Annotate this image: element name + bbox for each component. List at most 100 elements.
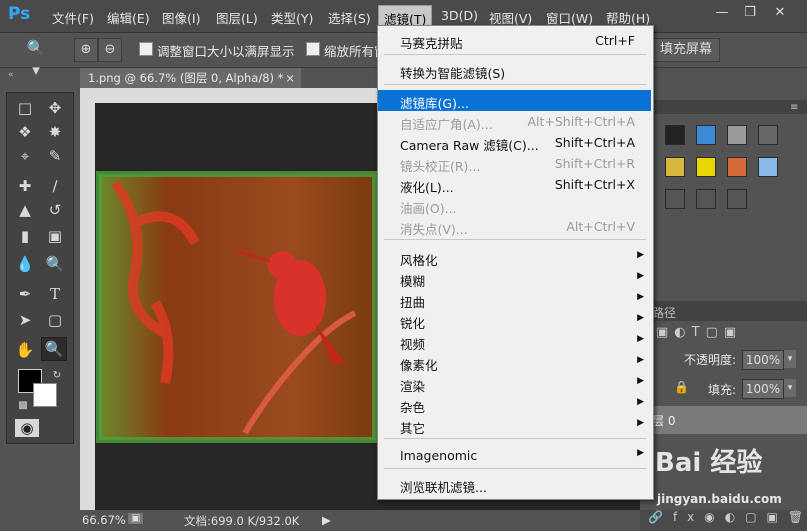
eraser-icon[interactable]: ▮ <box>13 225 37 247</box>
menu-file[interactable]: 文件(F) <box>52 8 94 27</box>
menu-item-adaptive-wide-angle[interactable]: 自适应广角(A)... Alt+Shift+Ctrl+A <box>378 111 651 132</box>
layer-name: 层 0 <box>652 414 676 428</box>
layer-row[interactable]: 层 0 <box>640 406 807 434</box>
healing-brush-icon[interactable]: ✚ <box>13 175 37 197</box>
menu-item-stylize[interactable]: 风格化 ▶ <box>378 247 651 268</box>
marquee-tool-icon[interactable]: □ <box>13 97 37 119</box>
style-swatch[interactable] <box>758 125 778 145</box>
panel-collapse-icon[interactable]: « <box>8 70 14 80</box>
menu-item-lens-correction[interactable]: 镜头校正(R)... Shift+Ctrl+R <box>378 153 651 174</box>
style-swatch[interactable] <box>696 157 716 177</box>
style-swatch[interactable] <box>758 157 778 177</box>
menu-item-vanishing-point[interactable]: 消失点(V)... Alt+Ctrl+V <box>378 216 651 237</box>
zoom-level[interactable]: 66.67% <box>82 513 126 527</box>
fill-input[interactable]: 100% <box>742 379 784 399</box>
style-swatch[interactable] <box>665 125 685 145</box>
fill-dropdown-icon[interactable]: ▾ <box>784 379 796 397</box>
type-tool-icon[interactable]: T <box>43 283 67 305</box>
minimize-icon[interactable]: — <box>712 5 732 23</box>
status-menu-arrow-icon[interactable]: ▶ <box>322 513 331 527</box>
brush-tool-icon[interactable]: ∕ <box>43 175 67 197</box>
menu-item-video[interactable]: 视频 ▶ <box>378 331 651 352</box>
resize-windows-label: 调整窗口大小以满屏显示 <box>157 44 295 59</box>
hand-tool-icon[interactable]: ✋ <box>13 339 37 361</box>
menu-item-imagenomic[interactable]: Imagenomic ▶ <box>378 445 651 466</box>
menu-select[interactable]: 选择(S) <box>328 8 371 27</box>
menu-item-liquify[interactable]: 液化(L)... Shift+Ctrl+X <box>378 174 651 195</box>
paths-tab[interactable]: 路径 <box>652 304 676 321</box>
style-swatch[interactable] <box>696 189 716 209</box>
lock-icon[interactable]: 🔒 <box>674 380 689 394</box>
clone-stamp-icon[interactable]: ▲ <box>13 199 37 221</box>
fill-label: 填充: <box>708 383 737 397</box>
panel-header <box>640 100 807 114</box>
menu-item-camera-raw[interactable]: Camera Raw 滤镜(C)... Shift+Ctrl+A <box>378 132 651 153</box>
menu-item-distort[interactable]: 扭曲 ▶ <box>378 289 651 310</box>
style-swatch[interactable] <box>665 157 685 177</box>
lasso-tool-icon[interactable]: ❖ <box>13 121 37 143</box>
zoom-tool-preset-icon[interactable]: 🔍▾ <box>24 37 48 79</box>
blur-tool-icon[interactable]: 💧 <box>13 253 37 275</box>
menu-item-render[interactable]: 渲染 ▶ <box>378 373 651 394</box>
opacity-label: 不透明度: <box>684 353 737 367</box>
menu-layer[interactable]: 图层(L) <box>216 8 258 27</box>
watermark-url: jingyan.baidu.com <box>657 492 782 506</box>
submenu-arrow-icon: ▶ <box>637 448 644 458</box>
menu-separator <box>384 468 646 469</box>
menu-item-blur[interactable]: 模糊 ▶ <box>378 268 651 289</box>
magic-wand-icon[interactable]: ✸ <box>43 121 67 143</box>
opacity-dropdown-icon[interactable]: ▾ <box>784 350 796 368</box>
menu-item-oil-paint[interactable]: 油画(O)... <box>378 195 651 216</box>
menu-item-noise[interactable]: 杂色 ▶ <box>378 394 651 415</box>
menu-item-filter-gallery[interactable]: 滤镜库(G)... <box>378 90 651 111</box>
opacity-input[interactable]: 100% <box>742 350 784 370</box>
restore-icon[interactable]: ❐ <box>740 5 760 23</box>
pen-tool-icon[interactable]: ✒ <box>13 283 37 305</box>
menu-item-last-filter[interactable]: 马赛克拼贴 Ctrl+F <box>378 30 651 51</box>
style-swatch[interactable] <box>727 189 747 209</box>
gradient-tool-icon[interactable]: ▣ <box>43 225 67 247</box>
fill-screen-button[interactable]: 填充屏幕 <box>652 38 720 62</box>
submenu-arrow-icon: ▶ <box>637 271 644 281</box>
style-swatch[interactable] <box>696 125 716 145</box>
zoom-in-icon[interactable]: ⊕ <box>74 38 98 62</box>
document-size-info: 文档:699.0 K/932.0K <box>184 514 300 528</box>
menu-item-sharpen[interactable]: 锐化 ▶ <box>378 310 651 331</box>
menu-type[interactable]: 类型(Y) <box>271 8 313 27</box>
menu-item-convert-smart-filter[interactable]: 转换为智能滤镜(S) <box>378 60 651 81</box>
menu-separator <box>384 239 646 240</box>
close-doc-icon[interactable]: × <box>285 68 295 88</box>
menu-item-pixelate[interactable]: 像素化 ▶ <box>378 352 651 373</box>
watermark-brand: Bai 经验 <box>655 448 763 478</box>
style-swatch[interactable] <box>665 189 685 209</box>
baidu-watermark: Bai 经验 jingyan.baidu.com <box>655 440 800 515</box>
vertical-ruler <box>80 103 95 510</box>
default-colors-icon[interactable]: ▩ <box>11 395 35 417</box>
menu-3d[interactable]: 3D(D) <box>441 8 478 23</box>
rectangle-tool-icon[interactable]: ▢ <box>43 309 67 331</box>
history-brush-icon[interactable]: ↺ <box>43 199 67 221</box>
zoom-tool-icon[interactable]: 🔍 <box>41 337 67 361</box>
resize-windows-checkbox[interactable] <box>139 42 153 56</box>
eyedropper-icon[interactable]: ✎ <box>43 145 67 167</box>
crop-tool-icon[interactable]: ⌖ <box>13 145 37 167</box>
close-icon[interactable]: ✕ <box>770 5 790 23</box>
path-selection-icon[interactable]: ➤ <box>13 309 37 331</box>
menu-image[interactable]: 图像(I) <box>162 8 200 27</box>
document-title: 1.png @ 66.7% (图层 0, Alpha/8) * <box>88 71 284 85</box>
swap-colors-icon[interactable]: ↻ <box>45 365 69 387</box>
style-swatch[interactable] <box>727 125 747 145</box>
dodge-tool-icon[interactable]: 🔍 <box>43 253 67 275</box>
menu-item-other[interactable]: 其它 ▶ <box>378 415 651 436</box>
menu-item-browse-filters-online[interactable]: 浏览联机滤镜... <box>378 474 651 495</box>
zoom-out-icon[interactable]: ⊖ <box>98 38 122 62</box>
layer-filter-icons[interactable]: ▣◐T▢▣ <box>656 325 742 340</box>
quick-mask-icon[interactable]: ◉ <box>15 419 39 437</box>
zoom-all-checkbox[interactable] <box>306 42 320 56</box>
status-icon[interactable]: ▣ <box>128 513 144 524</box>
panel-menu-icon[interactable]: ≡ <box>790 102 798 113</box>
style-swatch[interactable] <box>727 157 747 177</box>
menu-edit[interactable]: 编辑(E) <box>107 8 150 27</box>
move-tool-icon[interactable]: ✥ <box>43 97 67 119</box>
document-tab[interactable]: 1.png @ 66.7% (图层 0, Alpha/8) * × <box>80 68 301 88</box>
